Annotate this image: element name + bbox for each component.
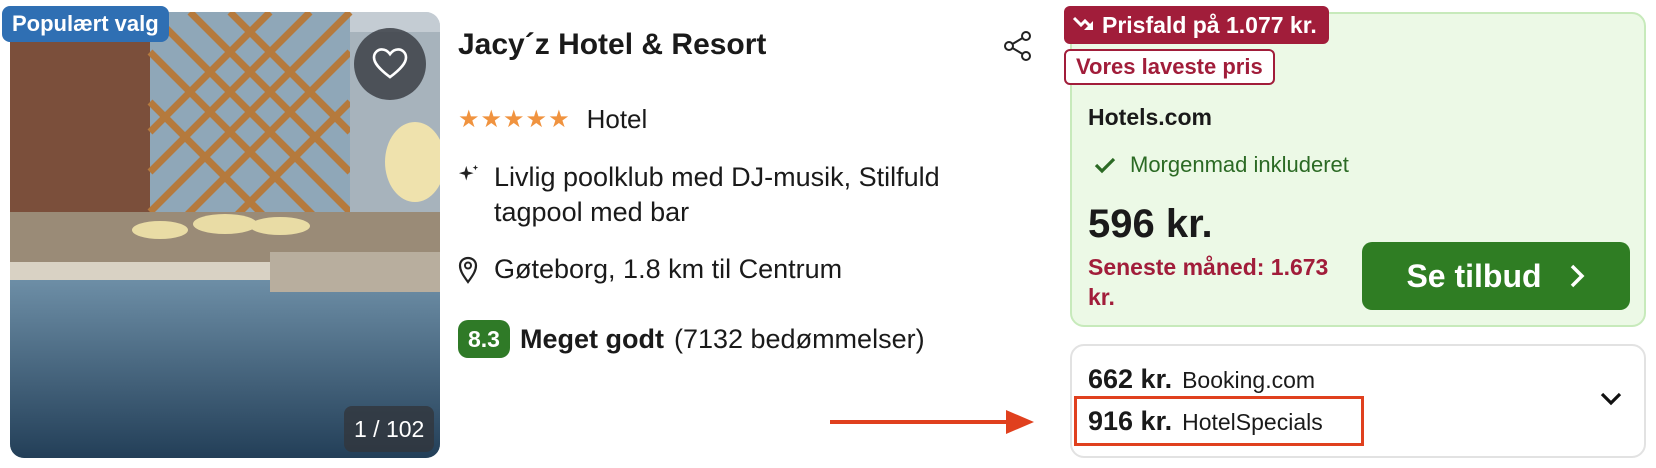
other-offer-provider: Booking.com bbox=[1182, 367, 1316, 393]
hotel-name[interactable]: Jacy´z Hotel & Resort bbox=[458, 28, 766, 62]
view-deal-label: Se tilbud bbox=[1406, 257, 1542, 294]
lowest-price-badge: Vores laveste pris bbox=[1064, 49, 1275, 85]
annotation-arrow bbox=[830, 410, 1034, 434]
amenity-text: Morgenmad inkluderet bbox=[1130, 152, 1349, 177]
review-rating-row[interactable]: 8.3 Meget godt (7132 bedømmelser) bbox=[458, 320, 925, 358]
photo-counter: 1 / 102 bbox=[344, 406, 435, 452]
price-drop-badge: Prisfald på 1.077 kr. bbox=[1064, 6, 1329, 44]
heart-icon bbox=[372, 48, 408, 79]
other-offer-price: 662 kr. bbox=[1088, 364, 1173, 394]
popular-badge: Populært valg bbox=[2, 6, 169, 42]
features-row: Livlig poolklub med DJ-musik, Stilfuld t… bbox=[458, 160, 1018, 230]
rating-score-badge: 8.3 bbox=[458, 320, 510, 358]
other-offer-row[interactable]: 662 kr. Booking.com bbox=[1088, 364, 1315, 395]
favorite-button[interactable] bbox=[354, 28, 426, 100]
chevron-down-icon[interactable] bbox=[1598, 390, 1624, 408]
review-count: (7132 bedømmelser) bbox=[673, 323, 925, 354]
highlight-box bbox=[1074, 396, 1364, 446]
sparkle-icon bbox=[458, 164, 479, 181]
share-icon[interactable] bbox=[1002, 30, 1034, 62]
star-rating: ★★★★★ bbox=[458, 106, 571, 133]
view-deal-button[interactable]: Se tilbud bbox=[1362, 242, 1630, 310]
last-month-price: Seneste måned: 1.673 kr. bbox=[1088, 254, 1329, 310]
price-drop-text: Prisfald på 1.077 kr. bbox=[1102, 12, 1317, 38]
location-pin-icon bbox=[458, 256, 478, 284]
location-row: Gøteborg, 1.8 km til Centrum bbox=[458, 254, 842, 285]
offer-price: 596 kr. bbox=[1088, 202, 1213, 246]
checkmark-icon bbox=[1094, 157, 1116, 174]
star-rating-row: ★★★★★ Hotel bbox=[458, 104, 647, 135]
location-text: Gøteborg, 1.8 km til Centrum bbox=[494, 254, 843, 284]
offer-provider: Hotels.com bbox=[1088, 104, 1212, 130]
property-type: Hotel bbox=[586, 104, 648, 134]
amenity-row: Morgenmad inkluderet bbox=[1094, 152, 1349, 178]
chevron-right-icon bbox=[1570, 264, 1585, 288]
rating-label: Meget godt bbox=[519, 323, 664, 354]
features-text: Livlig poolklub med DJ-musik, Stilfuld t… bbox=[494, 162, 940, 227]
trend-down-icon bbox=[1072, 16, 1094, 30]
